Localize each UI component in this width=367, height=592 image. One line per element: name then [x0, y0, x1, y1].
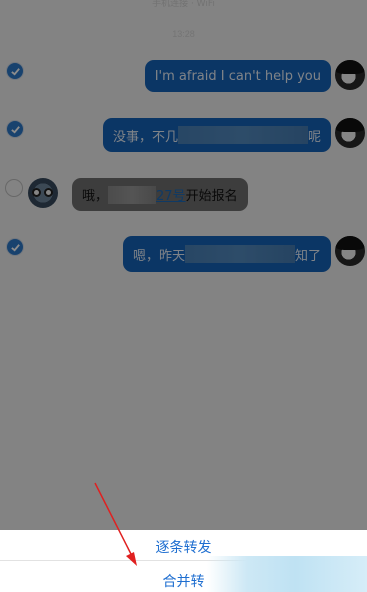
- forward-one-by-one-option[interactable]: 逐条转发: [0, 537, 367, 557]
- forward-options-sheet: 逐条转发 合并转: [0, 530, 367, 592]
- selection-dim-overlay: [0, 0, 367, 530]
- redacted-blur: [207, 556, 367, 592]
